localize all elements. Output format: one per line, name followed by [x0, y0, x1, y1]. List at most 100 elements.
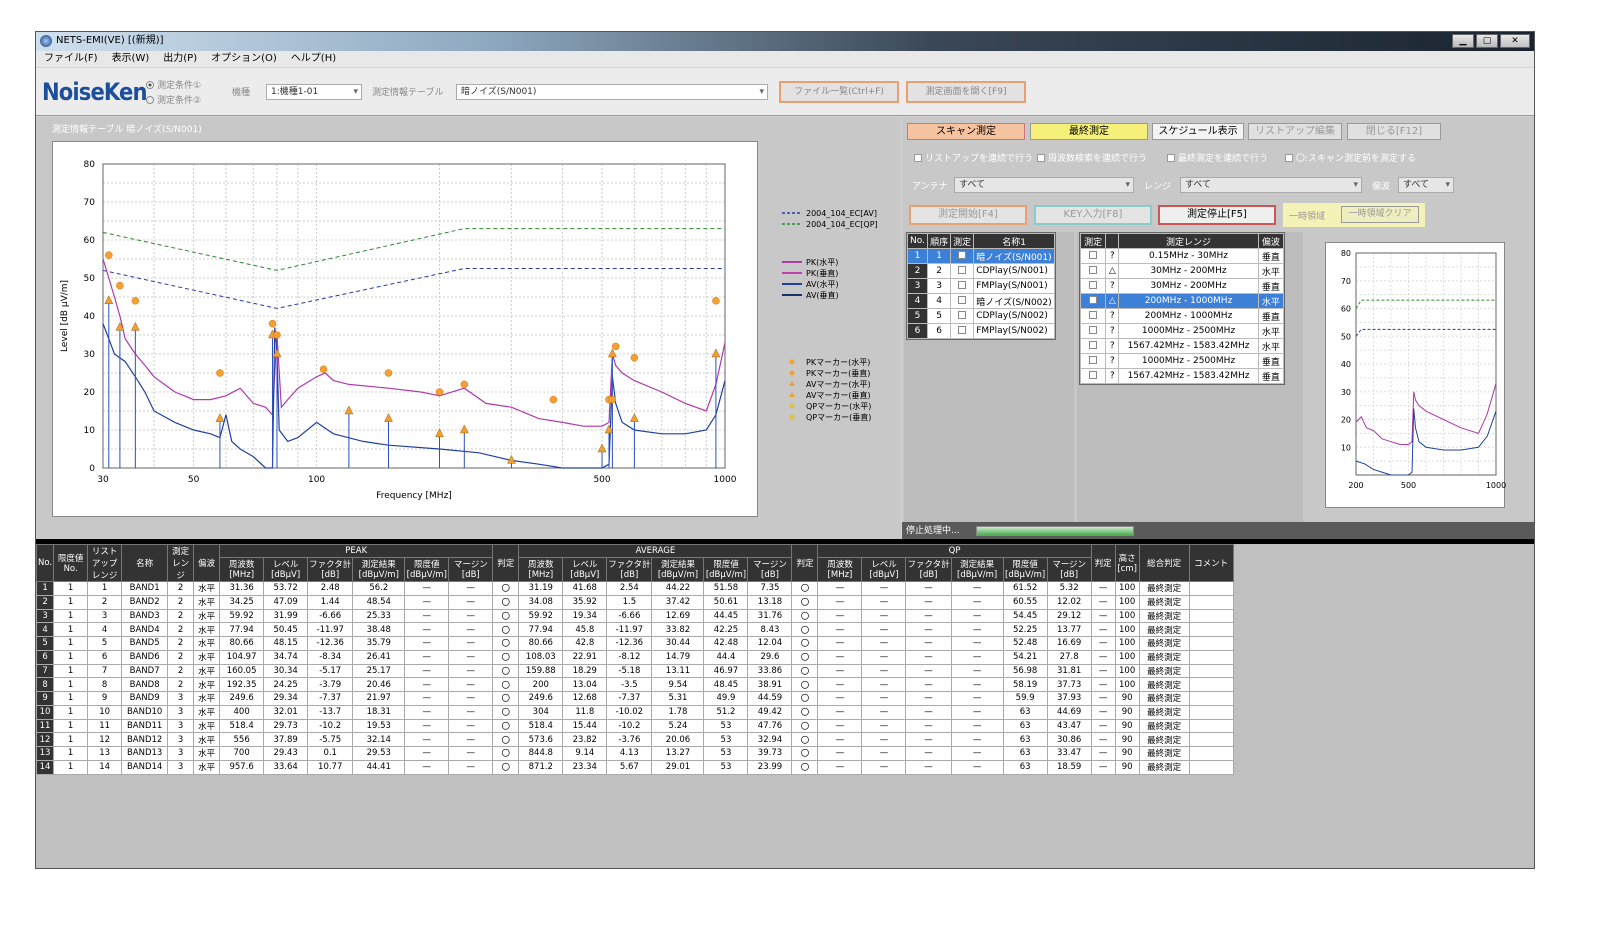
checkbox-icon[interactable]: [1089, 310, 1098, 319]
minimize-button[interactable]: ▁: [1452, 34, 1474, 48]
polarization-select[interactable]: すべて: [1398, 177, 1454, 193]
listup-edit-button[interactable]: リストアップ編集: [1248, 123, 1342, 140]
table-row[interactable]: 13 1 13 BAND13 3 水平 700 29.43 0.1 29.53— — 〇 844.8 9.…: [36, 746, 1234, 761]
checkbox-icon[interactable]: [958, 250, 967, 259]
row-measure[interactable]: [950, 323, 975, 339]
row-measure[interactable]: [1079, 368, 1107, 384]
open-measure-button[interactable]: 測定画面を開く[F9]: [906, 81, 1026, 103]
table-row[interactable]: 9 1 9 BAND9 3 水平 249.6 29.34 -7.37 21.97— — 〇 249.6 1…: [36, 691, 1234, 706]
checkbox-icon[interactable]: [958, 325, 967, 334]
cell: BAND7: [121, 663, 169, 679]
list-row[interactable]: 2 2 CDPlay(S/N001): [906, 263, 1055, 279]
table-row[interactable]: 12 1 12 BAND12 3 水平 556 37.89 -5.75 32.14— — 〇 573.6…: [36, 732, 1234, 747]
menu-file[interactable]: ファイル(F): [44, 51, 98, 67]
cell: 9: [87, 691, 123, 706]
cell: —: [1090, 691, 1116, 706]
cell: —: [817, 636, 863, 651]
checkbox-icon[interactable]: [1089, 295, 1098, 304]
range-row[interactable]: ? 30MHz - 200MHz 垂直: [1079, 278, 1285, 294]
file-list-button[interactable]: ファイル一覧(Ctrl+F): [779, 81, 899, 103]
cell: 25.17: [352, 663, 406, 679]
pk-marker: [549, 395, 558, 404]
schedule-button[interactable]: スケジュール表示: [1152, 123, 1244, 140]
menu-options[interactable]: オプション(O): [211, 51, 277, 67]
checkbox-icon[interactable]: [958, 280, 967, 289]
stop-measure-button[interactable]: 測定停止[F5]: [1158, 205, 1276, 225]
final-measure-button[interactable]: 最終測定: [1030, 123, 1148, 140]
checkbox-icon[interactable]: [1089, 325, 1098, 334]
list-row[interactable]: 6 6 FMPlay(S/N002): [906, 323, 1055, 339]
checkbox-icon[interactable]: [1089, 370, 1098, 379]
range-row[interactable]: ? 1567.42MHz - 1583.42MHz 水平: [1079, 338, 1285, 354]
row-measure[interactable]: [950, 308, 975, 324]
range-row[interactable]: ? 1000MHz - 2500MHz 垂直: [1079, 353, 1285, 369]
chk-final-continuous[interactable]: 最終測定を連続で行う: [1167, 151, 1268, 164]
menu-view[interactable]: 表示(W): [112, 51, 150, 67]
model-select[interactable]: 1:機種1-01: [266, 84, 362, 100]
pause-clear-button[interactable]: 一時領域クリア: [1341, 206, 1419, 223]
antenna-select[interactable]: すべて: [954, 177, 1134, 193]
results-table: No. 限度値No. リストアップレンジ 名称 測定レンジ 偏波 PEAK 判定…: [36, 544, 1234, 775]
checkbox-icon[interactable]: [958, 295, 967, 304]
table-row[interactable]: 6 1 6 BAND6 2 水平 104.97 34.74 -8.34 26.41— — 〇 108.0…: [36, 649, 1234, 665]
range-row[interactable]: ? 1567.42MHz - 1583.42MHz 垂直: [1079, 368, 1285, 384]
key-input-button[interactable]: KEY入力[F8]: [1034, 205, 1152, 225]
table-row[interactable]: 4 1 4 BAND4 2 水平 77.94 50.45 -11.97 38.48— — 〇 77.94…: [36, 622, 1234, 637]
chk-freq-continuous[interactable]: 周波数検索を連続で行う: [1037, 151, 1147, 164]
range-row[interactable]: △ 30MHz - 200MHz 水平: [1079, 263, 1285, 279]
close-button[interactable]: ✕: [1500, 34, 1530, 48]
checkbox-icon[interactable]: [1089, 340, 1098, 349]
row-measure[interactable]: [1079, 278, 1107, 294]
table-row[interactable]: 11 1 11 BAND11 3 水平 518.4 29.73 -10.2 19.53— — 〇 518…: [36, 718, 1234, 734]
menu-help[interactable]: ヘルプ(H): [291, 51, 336, 67]
start-measure-button[interactable]: 測定開始[F4]: [909, 205, 1027, 225]
row-measure[interactable]: [1079, 353, 1107, 369]
row-measure[interactable]: [950, 263, 975, 279]
range-row[interactable]: ? 200MHz - 1000MHz 垂直: [1079, 308, 1285, 324]
sub-label: ファクタ計: [309, 560, 352, 571]
row-measure[interactable]: [950, 248, 975, 264]
row-measure[interactable]: [1079, 263, 1107, 279]
checkbox-icon[interactable]: [958, 310, 967, 319]
scan-measure-button[interactable]: スキャン測定: [907, 123, 1025, 140]
chk-measure-before-scan[interactable]: 〇:スキャン測定前を測定する: [1285, 151, 1416, 164]
row-measure[interactable]: [1079, 338, 1107, 354]
table-row[interactable]: 1 1 1 BAND1 2 水平 31.36 53.72 2.48 56.2— — 〇 31.19 41.…: [36, 581, 1234, 596]
cell: 12.04: [747, 636, 793, 651]
range-row[interactable]: ? 0.15MHz - 30MHz 垂直: [1079, 248, 1285, 264]
list-row[interactable]: 5 5 CDPlay(S/N002): [906, 308, 1055, 324]
list-row[interactable]: 4 4 暗ノイズ(S/N002): [906, 293, 1055, 309]
row-measure[interactable]: [950, 278, 975, 294]
table-row[interactable]: 2 1 2 BAND2 2 水平 34.25 47.09 1.44 48.54— — 〇 34.08 35…: [36, 594, 1234, 610]
table-row[interactable]: 14 1 14 BAND14 3 水平 957.6 33.64 10.77 44.41— — 〇 871…: [36, 759, 1234, 775]
radio-condition-1[interactable]: 測定条件①: [146, 78, 201, 91]
checkbox-icon[interactable]: [1089, 265, 1098, 274]
table-row[interactable]: 7 1 7 BAND7 2 水平 160.05 30.34 -5.17 25.17— — 〇 159.8…: [36, 663, 1234, 679]
radio-condition-2[interactable]: 測定条件②: [146, 93, 201, 106]
checkbox-icon[interactable]: [1089, 280, 1098, 289]
info-table-select[interactable]: 暗ノイズ(S/N001): [456, 84, 768, 100]
cell: 35.92: [562, 594, 608, 610]
range-select[interactable]: すべて: [1180, 177, 1362, 193]
table-row[interactable]: 8 1 8 BAND8 2 水平 192.35 24.25 -3.79 20.46— — 〇 200 13…: [36, 677, 1234, 692]
row-measure[interactable]: [950, 293, 975, 309]
list-row[interactable]: 1 1 暗ノイズ(S/N001): [906, 248, 1055, 264]
checkbox-icon[interactable]: [1089, 355, 1098, 364]
maximize-button[interactable]: ▢: [1476, 34, 1498, 48]
cell: 最終測定: [1138, 746, 1190, 761]
list-row[interactable]: 3 3 FMPlay(S/N001): [906, 278, 1055, 294]
range-row[interactable]: ? 1000MHz - 2500MHz 水平: [1079, 323, 1285, 339]
row-measure[interactable]: [1079, 293, 1107, 309]
row-measure[interactable]: [1079, 323, 1107, 339]
menu-output[interactable]: 出力(P): [163, 51, 197, 67]
checkbox-icon[interactable]: [958, 265, 967, 274]
row-measure[interactable]: [1079, 248, 1107, 264]
table-row[interactable]: 10 1 10 BAND10 3 水平 400 32.01 -13.7 18.31— — 〇 304 11…: [36, 704, 1234, 720]
close-panel-button[interactable]: 閉じる[F12]: [1347, 123, 1441, 140]
checkbox-icon[interactable]: [1089, 250, 1098, 259]
chk-listup-continuous[interactable]: リストアップを連続で行う: [914, 151, 1033, 164]
table-row[interactable]: 5 1 5 BAND5 2 水平 80.66 48.15 -12.36 35.79— — 〇 80.66…: [36, 636, 1234, 651]
table-row[interactable]: 3 1 3 BAND3 2 水平 59.92 31.99 -6.66 25.33— — 〇 59.92 1…: [36, 608, 1234, 624]
row-measure[interactable]: [1079, 308, 1107, 324]
range-row[interactable]: △ 200MHz - 1000MHz 水平: [1079, 293, 1285, 309]
